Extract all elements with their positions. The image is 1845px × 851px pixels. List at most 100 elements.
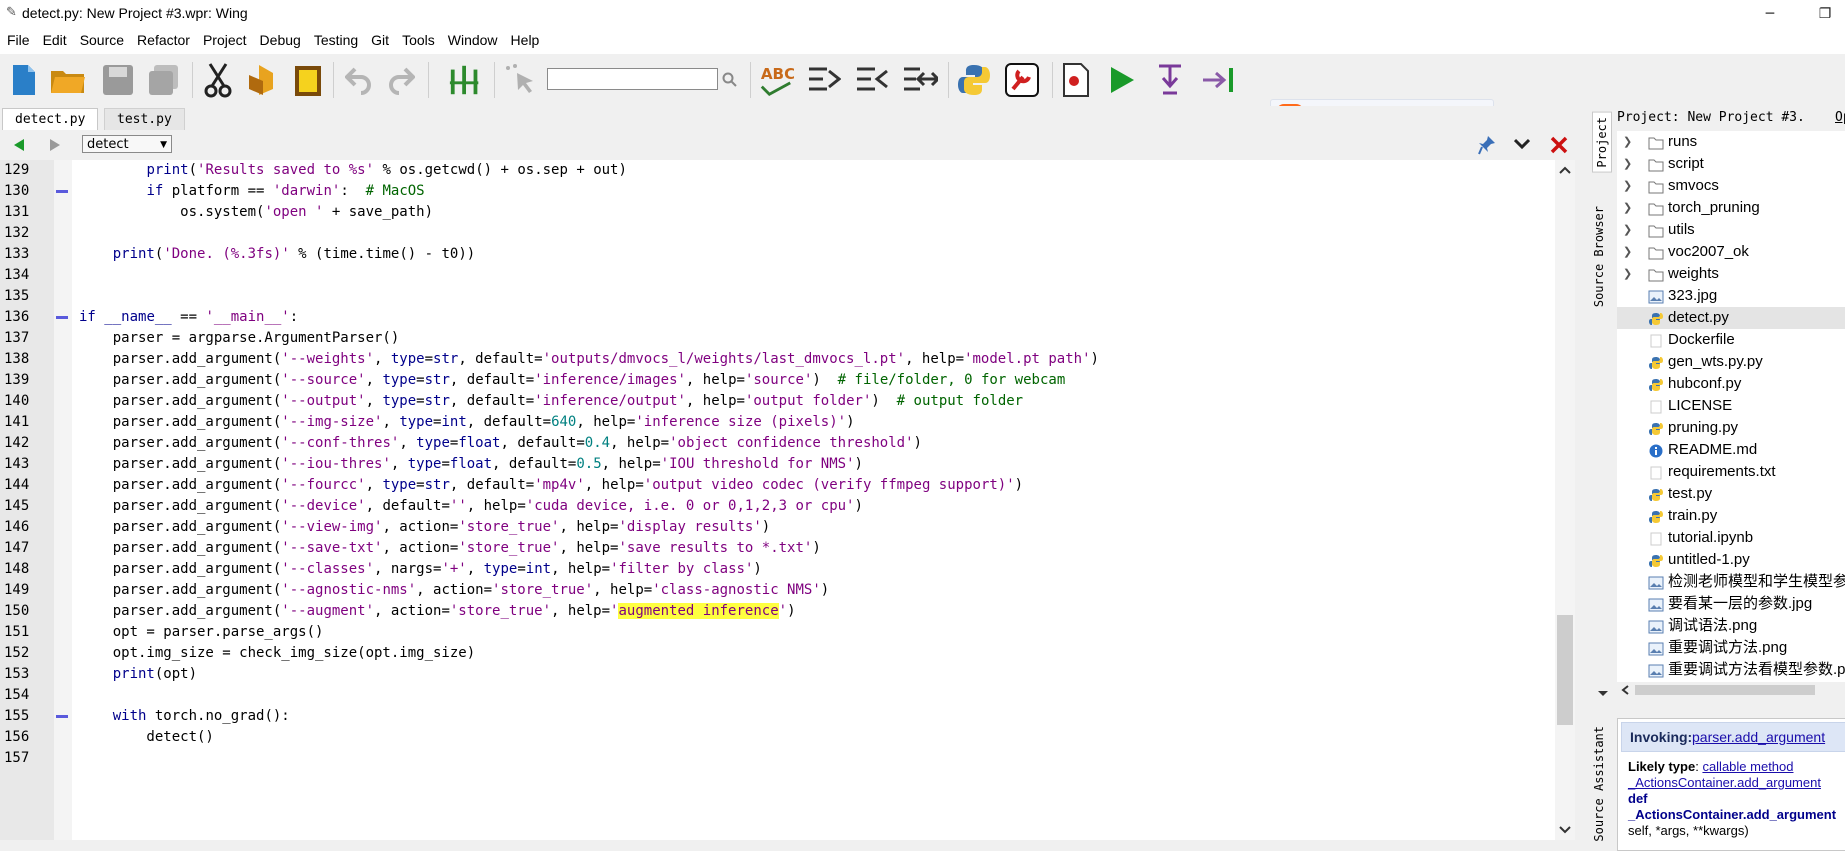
- hscroll-thumb[interactable]: [1635, 685, 1815, 695]
- code-line[interactable]: [79, 286, 1549, 307]
- minimize-button[interactable]: ─: [1750, 2, 1790, 26]
- code-line[interactable]: parser.add_argument('--fourcc', type=str…: [79, 475, 1549, 496]
- code-line[interactable]: opt = parser.parse_args(): [79, 622, 1549, 643]
- tree-file-item[interactable]: 要看某一层的参数.jpg: [1617, 593, 1845, 615]
- scroll-down-icon[interactable]: [1559, 826, 1571, 834]
- run-icon[interactable]: [1104, 62, 1140, 98]
- fold-marker-icon[interactable]: [56, 715, 68, 718]
- editor-vertical-scrollbar[interactable]: [1555, 160, 1575, 840]
- tree-folder-item[interactable]: ❯ runs: [1617, 131, 1845, 153]
- tree-file-item[interactable]: train.py: [1617, 505, 1845, 527]
- back-arrow-icon[interactable]: [12, 138, 26, 152]
- tab-source-browser[interactable]: Source Browser: [1592, 206, 1606, 307]
- code-line[interactable]: [79, 223, 1549, 244]
- open-folder-icon[interactable]: [50, 62, 86, 98]
- tree-file-item[interactable]: test.py: [1617, 483, 1845, 505]
- search-icon[interactable]: [720, 62, 740, 98]
- code-line[interactable]: parser.add_argument('--view-img', action…: [79, 517, 1549, 538]
- scope-select[interactable]: detect ▼: [82, 135, 172, 153]
- tree-file-item[interactable]: 调试语法.png: [1617, 615, 1845, 637]
- tree-file-item[interactable]: 323.jpg: [1617, 285, 1845, 307]
- code-line[interactable]: parser.add_argument('--save-txt', action…: [79, 538, 1549, 559]
- spellcheck-icon[interactable]: ABC: [758, 62, 794, 98]
- menu-file[interactable]: File: [0, 28, 36, 48]
- tree-file-item[interactable]: tutorial.ipynb: [1617, 527, 1845, 549]
- code-line[interactable]: parser = argparse.ArgumentParser(): [79, 328, 1549, 349]
- indent-guides-icon[interactable]: [448, 62, 484, 98]
- tree-file-item[interactable]: 重要调试方法看模型参数.p: [1617, 659, 1845, 681]
- code-line[interactable]: parser.add_argument('--weights', type=st…: [79, 349, 1549, 370]
- project-tree-hscrollbar[interactable]: [1617, 682, 1845, 698]
- chevron-right-icon[interactable]: ❯: [1623, 153, 1632, 175]
- new-file-icon[interactable]: [6, 62, 42, 98]
- tree-folder-item[interactable]: ❯ torch_pruning: [1617, 197, 1845, 219]
- code-line[interactable]: detect(): [79, 727, 1549, 748]
- pin-icon[interactable]: [1478, 135, 1496, 155]
- tree-folder-item[interactable]: ❯ smvocs: [1617, 175, 1845, 197]
- code-line[interactable]: parser.add_argument('--classes', nargs='…: [79, 559, 1549, 580]
- scroll-up-icon[interactable]: [1559, 166, 1571, 174]
- indent-icon[interactable]: [806, 62, 842, 98]
- redo-icon[interactable]: [384, 62, 420, 98]
- debug-config-icon[interactable]: [1004, 62, 1040, 98]
- code-line[interactable]: parser.add_argument('--conf-thres', type…: [79, 433, 1549, 454]
- tab-source-assistant[interactable]: Source Assistant: [1592, 726, 1606, 842]
- tree-file-item[interactable]: 检测老师模型和学生模型参: [1617, 571, 1845, 593]
- invoking-link[interactable]: parser.add_argument: [1692, 729, 1825, 745]
- code-line[interactable]: print('Done. (%.3fs)' % (time.time() - t…: [79, 244, 1549, 265]
- menu-git[interactable]: Git: [364, 28, 395, 48]
- fold-marker-icon[interactable]: [56, 190, 68, 193]
- menu-debug[interactable]: Debug: [253, 28, 307, 48]
- tree-file-item[interactable]: detect.py: [1617, 307, 1845, 329]
- menu-help[interactable]: Help: [504, 28, 546, 48]
- cut-icon[interactable]: [200, 62, 236, 98]
- menu-source[interactable]: Source: [73, 28, 130, 48]
- tree-file-item[interactable]: 重要调试方法.png: [1617, 637, 1845, 659]
- panel-options-icon[interactable]: [1597, 690, 1609, 698]
- tree-file-item[interactable]: LICENSE: [1617, 395, 1845, 417]
- code-line[interactable]: parser.add_argument('--device', default=…: [79, 496, 1549, 517]
- options-chevron-icon[interactable]: [1514, 138, 1530, 150]
- toggle-indent-icon[interactable]: [902, 62, 938, 98]
- code-line[interactable]: if platform == 'darwin': # MacOS: [79, 181, 1549, 202]
- tree-file-item[interactable]: hubconf.py: [1617, 373, 1845, 395]
- restore-button[interactable]: ❐: [1805, 2, 1845, 26]
- code-line[interactable]: [79, 748, 1549, 769]
- tree-file-item[interactable]: README.md: [1617, 439, 1845, 461]
- fold-marker-icon[interactable]: [56, 316, 68, 319]
- chevron-right-icon[interactable]: ❯: [1623, 175, 1632, 197]
- tree-folder-item[interactable]: ❯ weights: [1617, 263, 1845, 285]
- scroll-left-icon[interactable]: [1621, 685, 1629, 695]
- editor-scroll-thumb[interactable]: [1557, 615, 1573, 725]
- tree-file-item[interactable]: pruning.py: [1617, 417, 1845, 439]
- code-editor[interactable]: 129 print('Results saved to %s' % os.get…: [0, 160, 1575, 840]
- tree-file-item[interactable]: gen_wts.py.py: [1617, 351, 1845, 373]
- tree-folder-item[interactable]: ❯ voc2007_ok: [1617, 241, 1845, 263]
- menu-project[interactable]: Project: [196, 28, 253, 48]
- code-line[interactable]: opt.img_size = check_img_size(opt.img_si…: [79, 643, 1549, 664]
- menu-tools[interactable]: Tools: [395, 28, 441, 48]
- forward-arrow-icon[interactable]: [48, 138, 62, 152]
- chevron-right-icon[interactable]: ❯: [1623, 219, 1632, 241]
- code-line[interactable]: parser.add_argument('--source', type=str…: [79, 370, 1549, 391]
- outdent-icon[interactable]: [854, 62, 890, 98]
- project-tree[interactable]: ❯ runs ❯ script ❯ smvocs ❯ torch_pruning ❯ utils ❯…: [1617, 131, 1845, 682]
- menu-refactor[interactable]: Refactor: [130, 28, 196, 48]
- code-line[interactable]: parser.add_argument('--output', type=str…: [79, 391, 1549, 412]
- code-line[interactable]: parser.add_argument('--augment', action=…: [79, 601, 1549, 622]
- chevron-right-icon[interactable]: ❯: [1623, 263, 1632, 285]
- code-line[interactable]: [79, 685, 1549, 706]
- tree-file-item[interactable]: requirements.txt: [1617, 461, 1845, 483]
- code-line[interactable]: if __name__ == '__main__':: [79, 307, 1549, 328]
- tree-folder-item[interactable]: ❯ utils: [1617, 219, 1845, 241]
- toolbar-search-input[interactable]: [547, 68, 718, 90]
- step-into-icon[interactable]: [1152, 62, 1188, 98]
- undo-icon[interactable]: [340, 62, 376, 98]
- paste-icon[interactable]: [290, 62, 326, 98]
- breakpoint-icon[interactable]: [1058, 62, 1094, 98]
- likely-type-link[interactable]: callable method: [1702, 759, 1793, 774]
- chevron-right-icon[interactable]: ❯: [1623, 241, 1632, 263]
- code-line[interactable]: parser.add_argument('--agnostic-nms', ac…: [79, 580, 1549, 601]
- code-line[interactable]: parser.add_argument('--iou-thres', type=…: [79, 454, 1549, 475]
- save-icon[interactable]: [100, 62, 136, 98]
